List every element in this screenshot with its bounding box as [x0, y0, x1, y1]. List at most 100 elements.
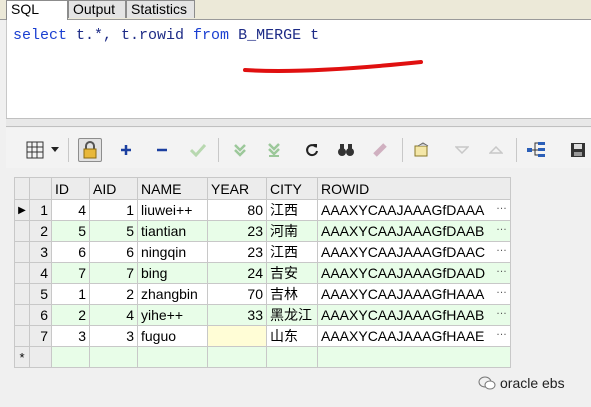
- header-aid[interactable]: AID: [89, 177, 138, 200]
- clear-icon[interactable]: [368, 138, 392, 162]
- sort-up-icon[interactable]: [450, 138, 474, 162]
- sort-down-icon[interactable]: [484, 138, 508, 162]
- header-id[interactable]: ID: [51, 177, 90, 200]
- table-row[interactable]: 4 7 7 bing 24 吉安 AAAXYCAAJAAAGfDAAD…: [14, 262, 511, 284]
- cell-id[interactable]: 7: [51, 262, 90, 284]
- cell-city[interactable]: 江西: [266, 241, 318, 263]
- cell-ellipsis-button[interactable]: …: [496, 222, 507, 234]
- cell-city[interactable]: 河南: [266, 220, 318, 242]
- fetch-last-icon[interactable]: [262, 138, 286, 162]
- tab-output[interactable]: Output: [68, 0, 126, 18]
- table-row[interactable]: 3 6 6 ningqin 23 江西 AAAXYCAAJAAAGfDAAC…: [14, 241, 511, 263]
- header-city[interactable]: CITY: [266, 177, 318, 200]
- cell-rowid[interactable]: AAAXYCAAJAAAGfHAAB…: [317, 304, 511, 326]
- post-changes-icon[interactable]: [186, 138, 210, 162]
- row-number[interactable]: 7: [29, 325, 52, 347]
- cell-city[interactable]: 山东: [266, 325, 318, 347]
- cell-rowid[interactable]: AAAXYCAAJAAAGfDAAD…: [317, 262, 511, 284]
- lock-icon[interactable]: [78, 138, 102, 162]
- cell-ellipsis-button[interactable]: …: [496, 327, 507, 339]
- row-number[interactable]: 3: [29, 241, 52, 263]
- cell-id[interactable]: 5: [51, 220, 90, 242]
- cell-id[interactable]: 3: [51, 325, 90, 347]
- row-number[interactable]: 1: [29, 199, 52, 221]
- new-record-row[interactable]: *: [14, 346, 511, 368]
- cell-city[interactable]: 吉安: [266, 262, 318, 284]
- cell-year[interactable]: 24: [207, 262, 267, 284]
- header-year[interactable]: YEAR: [207, 177, 267, 200]
- cell-id[interactable]: 6: [51, 241, 90, 263]
- cell-name[interactable]: ningqin: [137, 241, 208, 263]
- table-row[interactable]: 2 5 5 tiantian 23 河南 AAAXYCAAJAAAGfDAAB…: [14, 220, 511, 242]
- refresh-icon[interactable]: [300, 138, 324, 162]
- cell-aid[interactable]: 4: [89, 304, 138, 326]
- header-name[interactable]: NAME: [137, 177, 208, 200]
- cell-rowid[interactable]: AAAXYCAAJAAAGfDAAC…: [317, 241, 511, 263]
- cell-year[interactable]: 70: [207, 283, 267, 305]
- editor-grid-splitter[interactable]: [6, 118, 591, 127]
- cell-aid[interactable]: 7: [89, 262, 138, 284]
- cell-aid[interactable]: 3: [89, 325, 138, 347]
- cell-year[interactable]: 33: [207, 304, 267, 326]
- table-row[interactable]: 5 1 2 zhangbin 70 吉林 AAAXYCAAJAAAGfHAAA…: [14, 283, 511, 305]
- cell-year[interactable]: 23: [207, 241, 267, 263]
- cell-ellipsis-button[interactable]: …: [496, 201, 507, 213]
- sql-text[interactable]: select t.*, t.rowid from B_MERGE t: [13, 27, 319, 44]
- save-icon[interactable]: [566, 138, 590, 162]
- cell-rowid[interactable]: AAAXYCAAJAAAGfDAAA…: [317, 199, 511, 221]
- table-row[interactable]: 6 2 4 yihe++ 33 黑龙江 AAAXYCAAJAAAGfHAAB…: [14, 304, 511, 326]
- cell-id[interactable]: 1: [51, 283, 90, 305]
- new-row-cell[interactable]: [137, 346, 208, 368]
- cell-aid[interactable]: 6: [89, 241, 138, 263]
- cell-aid[interactable]: 1: [89, 199, 138, 221]
- row-number[interactable]: 2: [29, 220, 52, 242]
- new-row-cell[interactable]: [317, 346, 511, 368]
- cell-aid[interactable]: 5: [89, 220, 138, 242]
- sql-editor[interactable]: select t.*, t.rowid from B_MERGE t: [6, 20, 591, 118]
- new-row-cell[interactable]: [207, 346, 267, 368]
- query-builder-icon[interactable]: [524, 138, 548, 162]
- cell-name[interactable]: bing: [137, 262, 208, 284]
- cell-city[interactable]: 吉林: [266, 283, 318, 305]
- find-icon[interactable]: [334, 138, 358, 162]
- table-row[interactable]: ▶ 1 4 1 liuwei++ 80 江西 AAAXYCAAJAAAGfDAAA…: [14, 199, 511, 221]
- cell-aid[interactable]: 2: [89, 283, 138, 305]
- add-record-icon[interactable]: [114, 138, 138, 162]
- export-icon[interactable]: [410, 138, 434, 162]
- delete-record-icon[interactable]: [150, 138, 174, 162]
- cell-year[interactable]: 23: [207, 220, 267, 242]
- cell-ellipsis-button[interactable]: …: [496, 243, 507, 255]
- tab-statistics[interactable]: Statistics: [126, 0, 195, 18]
- row-number[interactable]: 4: [29, 262, 52, 284]
- new-row-cell[interactable]: [29, 346, 52, 368]
- table-row[interactable]: 7 3 3 fuguo 山东 AAAXYCAAJAAAGfHAAE…: [14, 325, 511, 347]
- fetch-next-icon[interactable]: [228, 138, 252, 162]
- cell-name[interactable]: zhangbin: [137, 283, 208, 305]
- cell-year[interactable]: [207, 325, 267, 347]
- cell-city[interactable]: 江西: [266, 199, 318, 221]
- grid-menu-icon[interactable]: [23, 138, 47, 162]
- cell-rowid[interactable]: AAAXYCAAJAAAGfHAAA…: [317, 283, 511, 305]
- dropdown-arrow-icon[interactable]: [49, 138, 61, 162]
- cell-rowid[interactable]: AAAXYCAAJAAAGfDAAB…: [317, 220, 511, 242]
- cell-name[interactable]: liuwei++: [137, 199, 208, 221]
- header-rowid[interactable]: ROWID: [317, 177, 511, 200]
- cell-ellipsis-button[interactable]: …: [496, 285, 507, 297]
- row-number[interactable]: 5: [29, 283, 52, 305]
- cell-city[interactable]: 黑龙江: [266, 304, 318, 326]
- new-row-cell[interactable]: [89, 346, 138, 368]
- cell-name[interactable]: yihe++: [137, 304, 208, 326]
- cell-ellipsis-button[interactable]: …: [496, 264, 507, 276]
- cell-name[interactable]: tiantian: [137, 220, 208, 242]
- cell-name[interactable]: fuguo: [137, 325, 208, 347]
- cell-year[interactable]: 80: [207, 199, 267, 221]
- cell-rowid[interactable]: AAAXYCAAJAAAGfHAAE…: [317, 325, 511, 347]
- result-grid[interactable]: ID AID NAME YEAR CITY ROWID ▶ 1 4 1 liuwei++…: [14, 177, 511, 368]
- new-row-cell[interactable]: [51, 346, 90, 368]
- tab-sql[interactable]: SQL: [6, 0, 68, 20]
- row-number[interactable]: 6: [29, 304, 52, 326]
- cell-ellipsis-button[interactable]: …: [496, 306, 507, 318]
- cell-id[interactable]: 4: [51, 199, 90, 221]
- cell-id[interactable]: 2: [51, 304, 90, 326]
- new-row-cell[interactable]: [266, 346, 318, 368]
